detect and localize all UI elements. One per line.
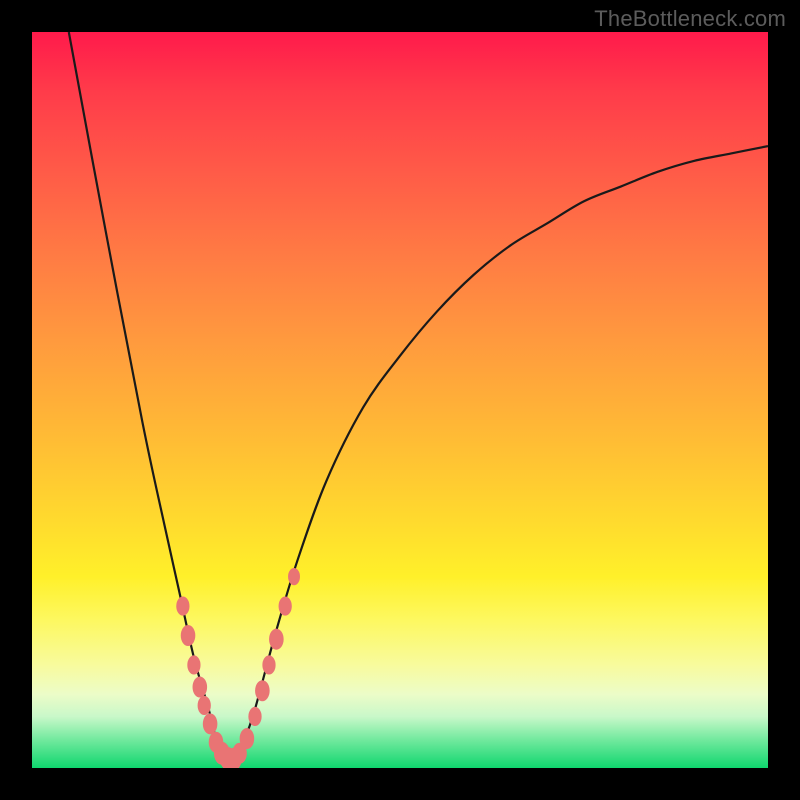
bottleneck-curve xyxy=(69,32,768,761)
plot-area xyxy=(32,32,768,768)
data-marker xyxy=(198,696,211,715)
data-marker xyxy=(262,655,275,674)
data-marker xyxy=(269,629,284,650)
data-marker xyxy=(240,728,255,749)
data-marker xyxy=(203,713,218,734)
watermark-text: TheBottleneck.com xyxy=(594,6,786,32)
chart-frame: TheBottleneck.com xyxy=(0,0,800,800)
chart-svg xyxy=(32,32,768,768)
data-marker xyxy=(255,680,270,701)
data-marker xyxy=(193,677,208,698)
data-marker xyxy=(187,655,200,674)
data-marker xyxy=(288,568,300,585)
data-marker xyxy=(279,597,292,616)
data-marker xyxy=(248,707,261,726)
data-marker xyxy=(181,625,196,646)
data-marker xyxy=(176,597,189,616)
markers-group xyxy=(176,568,300,768)
